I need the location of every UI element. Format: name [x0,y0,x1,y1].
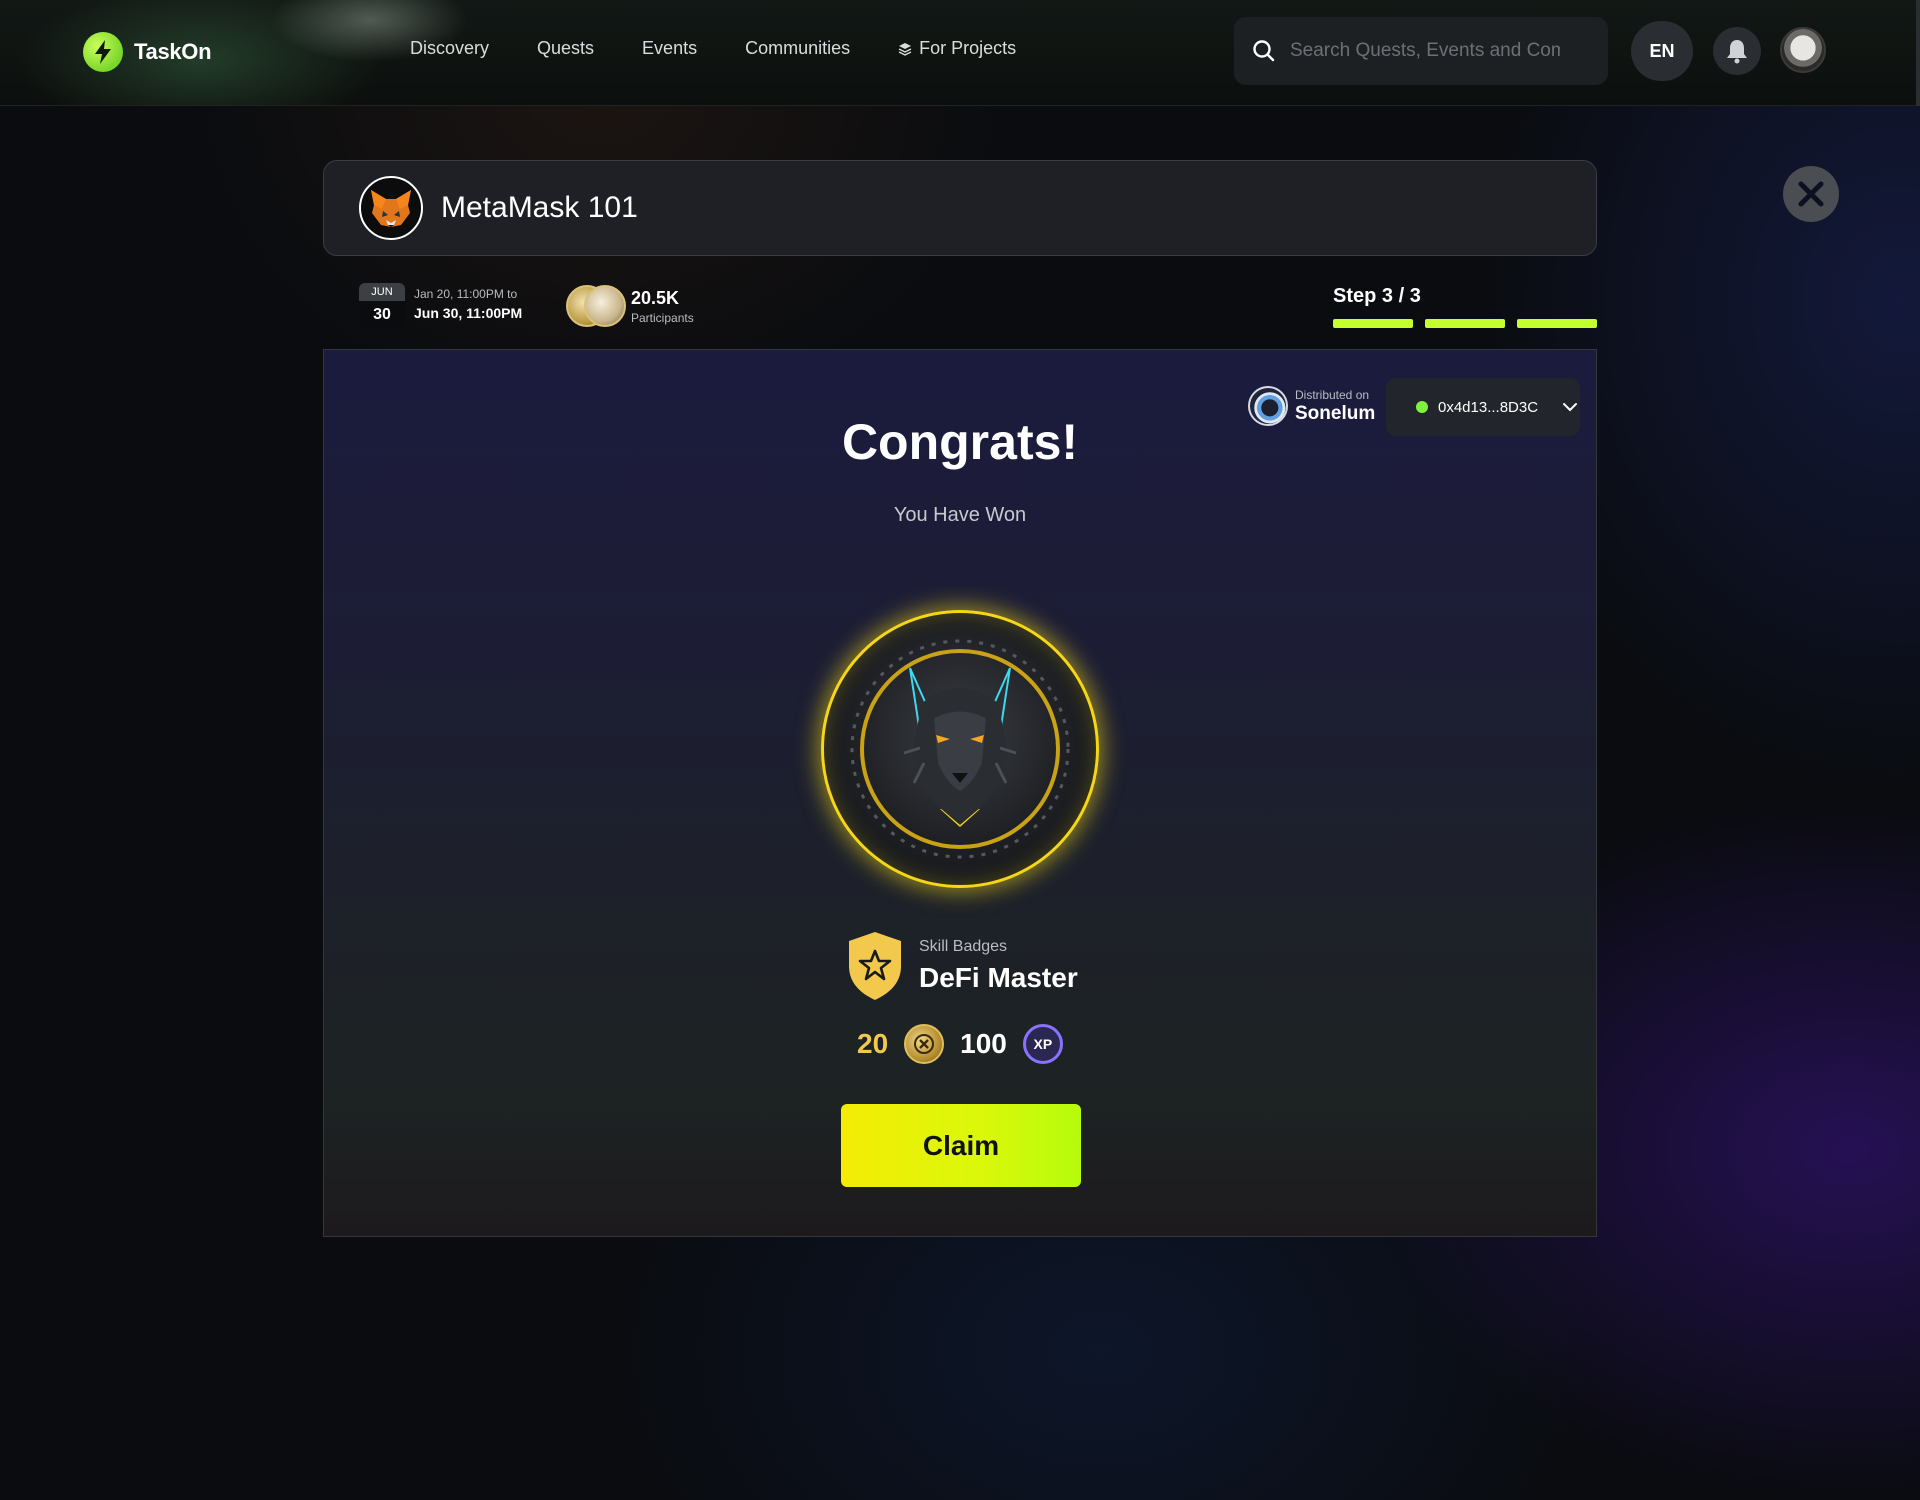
close-button[interactable] [1783,166,1839,222]
congrats-title: Congrats! [841,414,1079,470]
xp-amount: 100 [960,1028,1007,1059]
search-icon [1253,40,1275,62]
date-day: 30 [373,306,391,323]
metamask-fox-icon [359,176,423,240]
skill-info: Skill Badges DeFi Master [919,938,1078,994]
quest-header: MetaMask 101 [323,160,1597,256]
participants-info: 20.5K Participants [631,288,694,325]
wallet-status-dot [1416,401,1428,413]
step-progress [1333,319,1597,328]
skill-badge-row: Skill Badges DeFi Master [845,930,1078,1002]
step-bar [1517,319,1597,328]
shield-star-icon [849,932,901,1000]
scrollbar[interactable] [1916,0,1920,106]
date-month: JUN [359,283,405,301]
skill-category: Skill Badges [919,938,1008,955]
step-bar [1425,319,1505,328]
notifications-button[interactable] [1713,27,1761,75]
top-navbar: TaskOn Discovery Quests Events Communiti… [0,0,1920,106]
claim-button[interactable]: Claim [841,1104,1081,1187]
search-input[interactable] [1290,40,1560,62]
main-nav: Discovery Quests Events Communities For … [410,38,1016,59]
nav-for-projects-label: For Projects [919,38,1017,58]
participants-label: Participants [631,311,694,325]
skill-name: DeFi Master [919,962,1078,993]
coin-icon [904,1024,945,1064]
date-from: Jan 20, 11:00PM to [414,287,518,301]
lightning-logo-icon [83,32,123,72]
nav-events[interactable]: Events [642,38,697,59]
won-subtitle: You Have Won [893,504,1027,526]
close-icon [1798,181,1824,207]
logo-text: TaskOn [134,39,212,64]
xp-icon: XP [1022,1024,1063,1064]
step-bar [1333,319,1413,328]
participants-count: 20.5K [631,288,680,308]
nav-quests[interactable]: Quests [537,38,594,59]
nav-communities[interactable]: Communities [745,38,850,59]
nav-for-projects[interactable]: For Projects [898,38,1016,59]
user-avatar[interactable] [1780,27,1826,73]
gold-amount: 20 [857,1028,889,1059]
participant-avatars [566,285,626,327]
quest-title: MetaMask 101 [441,191,638,224]
reward-amounts: 20 100 XP [857,1024,1063,1064]
chevron-down-icon [1563,403,1578,412]
bell-icon [1727,40,1747,64]
date-range: Jan 20, 11:00PM to Jun 30, 11:00PM [414,287,522,321]
date-to: Jun 30, 11:00PM [414,305,523,321]
date-badge: JUN 30 [359,283,405,329]
distributed-label: Distributed on [1295,387,1370,402]
step-label: Step 3 / 3 [1333,285,1421,307]
layers-icon [898,42,912,56]
reward-card: Distributed on Sonelum 0x4d13...8D3C Con… [323,349,1597,1237]
participant-avatar [584,285,626,327]
language-button[interactable]: EN [1631,21,1693,81]
wolf-badge-image [821,610,1099,888]
taskon-logo[interactable]: TaskOn [83,32,212,72]
search-box [1234,17,1608,85]
nav-discovery[interactable]: Discovery [410,38,489,59]
